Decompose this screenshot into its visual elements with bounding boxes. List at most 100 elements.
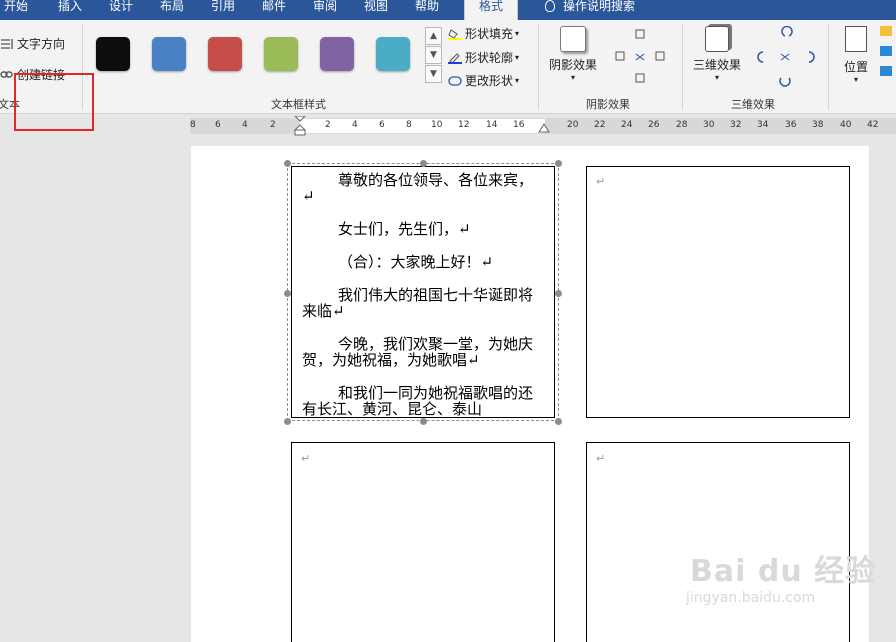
gallery-more[interactable]: ▼ (425, 65, 442, 83)
paragraph-mark: ↵ (301, 452, 311, 465)
shape-fill-button[interactable]: 形状填充 ▾ (448, 25, 519, 42)
shape-outline-button[interactable]: 形状轮廓 ▾ (448, 49, 519, 66)
style-swatch-green[interactable] (264, 37, 298, 71)
tab-insert[interactable]: 插入 (58, 0, 82, 20)
shadow-group-label: 阴影效果 (586, 98, 630, 111)
arrange-controls[interactable] (880, 26, 896, 86)
paragraph: 女士们，先生们，↵ (338, 220, 471, 238)
horizontal-ruler[interactable]: 8 6 4 2 2 4 6 8 10 12 14 16 20 22 24 26 … (190, 116, 896, 136)
ruler-tick-label: 24 (621, 120, 633, 130)
ruler-tick-label: 14 (486, 120, 498, 130)
resize-handle[interactable] (555, 160, 562, 167)
style-swatch-blue[interactable] (152, 37, 186, 71)
text-box-4[interactable] (586, 442, 850, 642)
style-swatch-black[interactable] (96, 37, 130, 71)
ruler-tick-label: 4 (242, 120, 248, 130)
baidu-watermark: Bai du 经验 jingyan.baidu.com (686, 546, 877, 606)
resize-handle[interactable] (555, 418, 562, 425)
group-separator (538, 24, 539, 110)
watermark-logo: Bai du 经验 (690, 554, 877, 589)
resize-handle[interactable] (420, 418, 427, 425)
ruler-tick-label: 8 (406, 120, 412, 130)
link-icon (0, 70, 13, 78)
shadow-icon (560, 26, 586, 52)
paragraph: （合）：大家晚上好！↵ (338, 253, 494, 271)
ruler-tick-label: 2 (270, 120, 276, 130)
dropdown-arrow-icon: ▾ (515, 53, 520, 62)
text-direction-button[interactable]: 文字方向 (0, 35, 65, 52)
paragraph-mark: ↵ (596, 175, 606, 188)
change-shape-button[interactable]: 更改形状 ▾ (448, 72, 519, 89)
ruler-tick-label: 16 (513, 120, 525, 130)
position-icon (845, 26, 867, 52)
paragraph: 今晚，我们欢聚一堂，为她庆贺，为她祝福，为她歌唱↵ (302, 335, 534, 369)
text-box-2[interactable] (586, 166, 850, 418)
shadow-effects-button[interactable]: 阴影效果 ▾ (547, 26, 599, 82)
tab-review[interactable]: 审阅 (313, 0, 337, 20)
gallery-scroll-down[interactable]: ▼ (425, 46, 442, 64)
dropdown-arrow-icon: ▾ (515, 76, 520, 85)
paragraph-mark: ↵ (596, 452, 606, 465)
tab-help[interactable]: 帮助 (415, 0, 439, 20)
resize-handle[interactable] (284, 290, 291, 297)
shape-fill-label: 形状填充 (465, 27, 514, 41)
resize-handle[interactable] (284, 418, 291, 425)
text-box-3[interactable] (291, 442, 555, 642)
paint-bucket-icon (448, 28, 462, 40)
gallery-scroll-up[interactable]: ▲ (425, 27, 442, 45)
resize-handle[interactable] (284, 160, 291, 167)
tab-layout[interactable]: 布局 (160, 0, 184, 20)
dropdown-arrow-icon: ▾ (853, 75, 858, 84)
style-swatch-red[interactable] (208, 37, 242, 71)
word-window: 开始 插入 设计 布局 引用 邮件 审阅 视图 帮助 格式 操作说明搜索 文字方… (0, 0, 896, 642)
style-swatch-purple[interactable] (320, 37, 354, 71)
3d-effects-button[interactable]: 三维效果 ▾ (690, 26, 744, 82)
tell-me-label: 操作说明搜索 (563, 0, 636, 13)
wrap-text-icon (880, 26, 892, 36)
ruler-tick-label: 30 (703, 120, 715, 130)
tab-mailings[interactable]: 邮件 (262, 0, 286, 20)
resize-handle[interactable] (555, 290, 562, 297)
tab-format[interactable]: 格式 (464, 0, 519, 22)
paragraph: 我们伟大的祖国七十华诞即将来临↵ (302, 286, 534, 320)
indent-marker[interactable] (294, 116, 306, 136)
ruler-tick-label: 6 (379, 120, 385, 130)
change-shape-icon (448, 75, 462, 86)
tab-design[interactable]: 设计 (109, 0, 133, 20)
resize-handle[interactable] (420, 160, 427, 167)
ruler-tick-label: 34 (757, 120, 769, 130)
ruler-tick-label: 38 (812, 120, 824, 130)
ruler-tick-label: 20 (567, 120, 579, 130)
position-label: 位置 (843, 60, 868, 74)
ribbon-tab-bar: 开始 插入 设计 布局 引用 邮件 审阅 视图 帮助 格式 操作说明搜索 (0, 0, 896, 22)
text-box-content[interactable]: 尊敬的各位领导、各位来宾，↵ 女士们，先生们，↵ （合）：大家晚上好！↵ 我们伟… (302, 172, 542, 416)
send-backward-icon (880, 66, 892, 76)
gallery-more-icon: ▼ (430, 69, 437, 79)
change-shape-label: 更改形状 (465, 74, 514, 88)
tab-references[interactable]: 引用 (211, 0, 235, 20)
text-direction-icon (1, 38, 13, 49)
tab-view[interactable]: 视图 (364, 0, 388, 20)
ruler-tick-label: 2 (325, 120, 331, 130)
ruler-tick-label: 4 (352, 120, 358, 130)
tell-me-search[interactable]: 操作说明搜索 (545, 0, 635, 20)
pencil-icon (448, 52, 462, 64)
ribbon: 文字方向 创建链接 文本 ▲ ▼ ▼ 形状填充 ▾ 形状轮廓 ▾ 更改形状 ▾ 文本框… (0, 20, 896, 131)
textbox-styles-label: 文本框样式 (271, 98, 326, 111)
group-separator (828, 24, 829, 110)
ruler-tick-label: 42 (867, 120, 879, 130)
shadow-nudge-controls[interactable] (612, 26, 672, 88)
ruler-tick-label: 26 (648, 120, 660, 130)
paragraph: 和我们一同为她祝福歌唱的还有长江、黄河、昆仑、泰山 (302, 384, 534, 416)
ruler-tick-label: 32 (730, 120, 742, 130)
3d-effects-label: 三维效果 (692, 58, 741, 72)
3d-tilt-controls[interactable] (755, 26, 819, 88)
tab-home[interactable]: 开始 (4, 0, 28, 20)
highlight-annotation-box (14, 73, 94, 131)
position-button[interactable]: 位置 ▾ (838, 26, 874, 84)
right-indent-marker[interactable] (538, 123, 550, 133)
ruler-tick-label: 36 (785, 120, 797, 130)
ruler-tick-label: 22 (594, 120, 606, 130)
3d-cube-icon (705, 26, 729, 52)
style-swatch-teal[interactable] (376, 37, 410, 71)
